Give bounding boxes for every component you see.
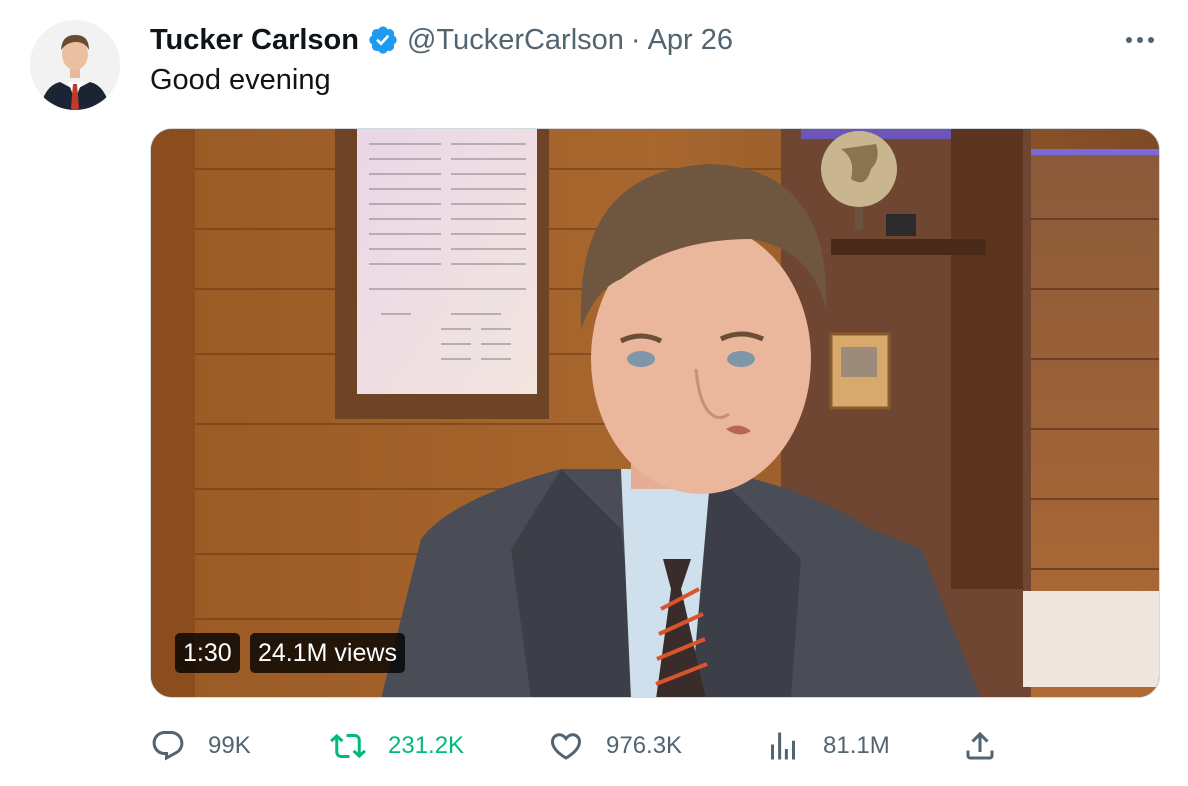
- retweet-count: 231.2K: [388, 732, 465, 759]
- views-count: 81.1M: [823, 732, 890, 759]
- video-views: 24.1M views: [250, 633, 405, 673]
- author-avatar[interactable]: [30, 20, 120, 110]
- verified-badge-icon: [367, 24, 399, 56]
- heart-icon: [548, 728, 584, 764]
- retweet-button[interactable]: 231.2K: [330, 724, 464, 768]
- like-count: 976.3K: [606, 732, 683, 759]
- tweet-actions: 99K 231.2K 976.3K 81.1M: [150, 724, 1010, 768]
- retweet-icon: [330, 728, 366, 764]
- video-thumbnail: [151, 129, 1159, 697]
- tweet-date[interactable]: Apr 26: [648, 24, 733, 57]
- video-duration: 1:30: [175, 633, 240, 673]
- video-player[interactable]: [150, 128, 1160, 698]
- share-button[interactable]: [962, 724, 1020, 768]
- tweet-header: Tucker Carlson @TuckerCarlson · Apr 26: [150, 20, 733, 60]
- author-handle[interactable]: @TuckerCarlson: [407, 24, 624, 57]
- separator-dot: ·: [630, 23, 641, 56]
- reply-button[interactable]: 99K: [150, 724, 251, 768]
- share-icon: [962, 728, 998, 764]
- reply-icon: [150, 728, 186, 764]
- author-name[interactable]: Tucker Carlson: [150, 24, 359, 57]
- more-options-icon[interactable]: [1122, 24, 1158, 56]
- tweet-text: Good evening: [150, 64, 331, 96]
- views-button[interactable]: 81.1M: [765, 724, 890, 768]
- reply-count: 99K: [208, 732, 251, 759]
- like-button[interactable]: 976.3K: [548, 724, 682, 768]
- views-chart-icon: [765, 728, 801, 764]
